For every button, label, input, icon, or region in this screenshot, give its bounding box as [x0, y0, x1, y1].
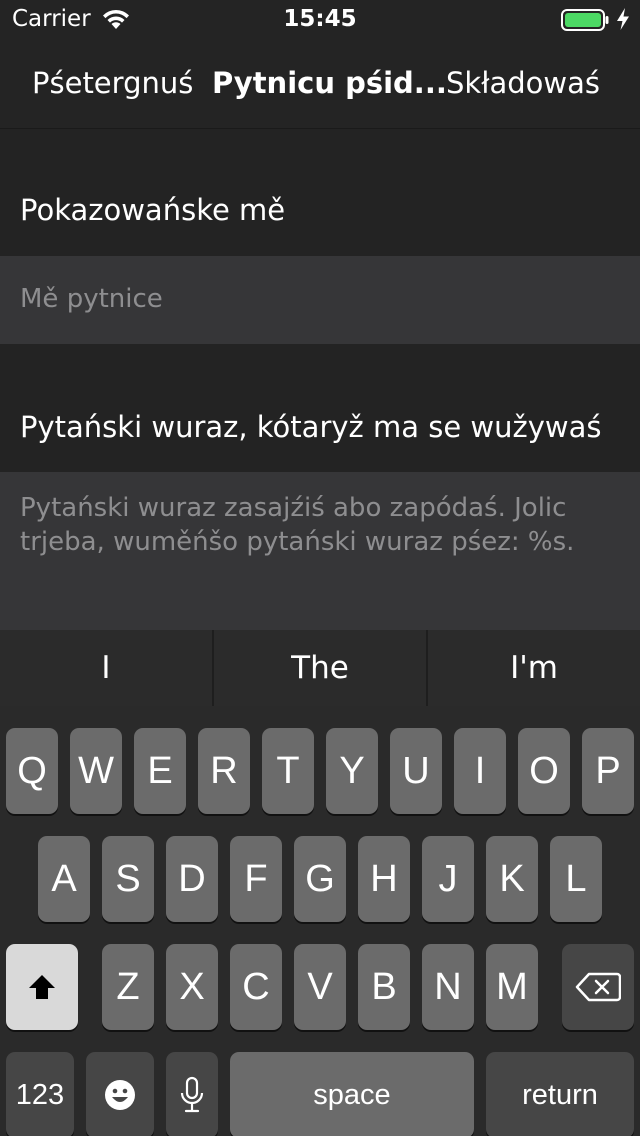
predictive-suggestions-bar: I The I'm — [0, 630, 640, 706]
key-i[interactable]: I — [454, 728, 506, 814]
numbers-key[interactable]: 123 — [6, 1052, 74, 1136]
microphone-icon — [180, 1076, 204, 1113]
status-bar: Carrier 15:45 — [0, 0, 640, 40]
key-g[interactable]: G — [294, 836, 346, 922]
delete-key[interactable] — [562, 944, 634, 1030]
key-t[interactable]: T — [262, 728, 314, 814]
key-x[interactable]: X — [166, 944, 218, 1030]
key-d[interactable]: D — [166, 836, 218, 922]
emoji-icon — [105, 1080, 135, 1110]
key-o[interactable]: O — [518, 728, 570, 814]
page-title: Pytnicu pśid... — [212, 66, 447, 100]
query-section-label: Pytański wuraz, kótaryž ma se wužywaś — [20, 410, 602, 444]
emoji-key[interactable] — [86, 1052, 154, 1136]
space-key[interactable]: space — [230, 1052, 474, 1136]
suggestion-item[interactable]: I'm — [428, 630, 640, 706]
key-v[interactable]: V — [294, 944, 346, 1030]
name-section-label: Pokazowańske mě — [20, 193, 286, 227]
key-a[interactable]: A — [38, 836, 90, 922]
key-p[interactable]: P — [582, 728, 634, 814]
screen: Carrier 15:45 Pśetergnuś Pytnicu pśid...… — [0, 0, 640, 1136]
key-h[interactable]: H — [358, 836, 410, 922]
delete-icon — [575, 972, 621, 1002]
cancel-button[interactable]: Pśetergnuś — [32, 66, 193, 100]
key-k[interactable]: K — [486, 836, 538, 922]
key-l[interactable]: L — [550, 836, 602, 922]
key-e[interactable]: E — [134, 728, 186, 814]
return-key[interactable]: return — [486, 1052, 634, 1136]
key-w[interactable]: W — [70, 728, 122, 814]
key-r[interactable]: R — [198, 728, 250, 814]
save-button[interactable]: Składowaś — [446, 66, 600, 100]
key-z[interactable]: Z — [102, 944, 154, 1030]
search-query-field[interactable]: Pytański wuraz zasajźiś abo zapódaś. Jol… — [0, 472, 640, 630]
navigation-bar: Pśetergnuś Pytnicu pśid... Składowaś — [0, 40, 640, 129]
key-n[interactable]: N — [422, 944, 474, 1030]
shift-icon — [29, 975, 55, 999]
suggestion-item[interactable]: The — [214, 630, 428, 706]
clock: 15:45 — [283, 6, 357, 32]
key-q[interactable]: Q — [6, 728, 58, 814]
key-j[interactable]: J — [422, 836, 474, 922]
charging-bolt-icon — [617, 8, 629, 30]
key-u[interactable]: U — [390, 728, 442, 814]
shift-key[interactable] — [6, 944, 78, 1030]
keyboard: Q W E R T Y U I O P A S D F G H J K L Z … — [0, 706, 640, 1136]
battery-icon — [561, 9, 609, 31]
key-s[interactable]: S — [102, 836, 154, 922]
key-f[interactable]: F — [230, 836, 282, 922]
name-field[interactable]: Mě pytnice — [0, 256, 640, 344]
name-placeholder: Mě pytnice — [20, 284, 163, 314]
key-c[interactable]: C — [230, 944, 282, 1030]
key-y[interactable]: Y — [326, 728, 378, 814]
search-engine-form: Pokazowańske mě Mě pytnice Pytański wura… — [0, 129, 640, 630]
suggestion-item[interactable]: I — [0, 630, 214, 706]
query-placeholder: Pytański wuraz zasajźiś abo zapódaś. Jol… — [20, 493, 575, 557]
key-m[interactable]: M — [486, 944, 538, 1030]
key-b[interactable]: B — [358, 944, 410, 1030]
microphone-key[interactable] — [166, 1052, 218, 1136]
